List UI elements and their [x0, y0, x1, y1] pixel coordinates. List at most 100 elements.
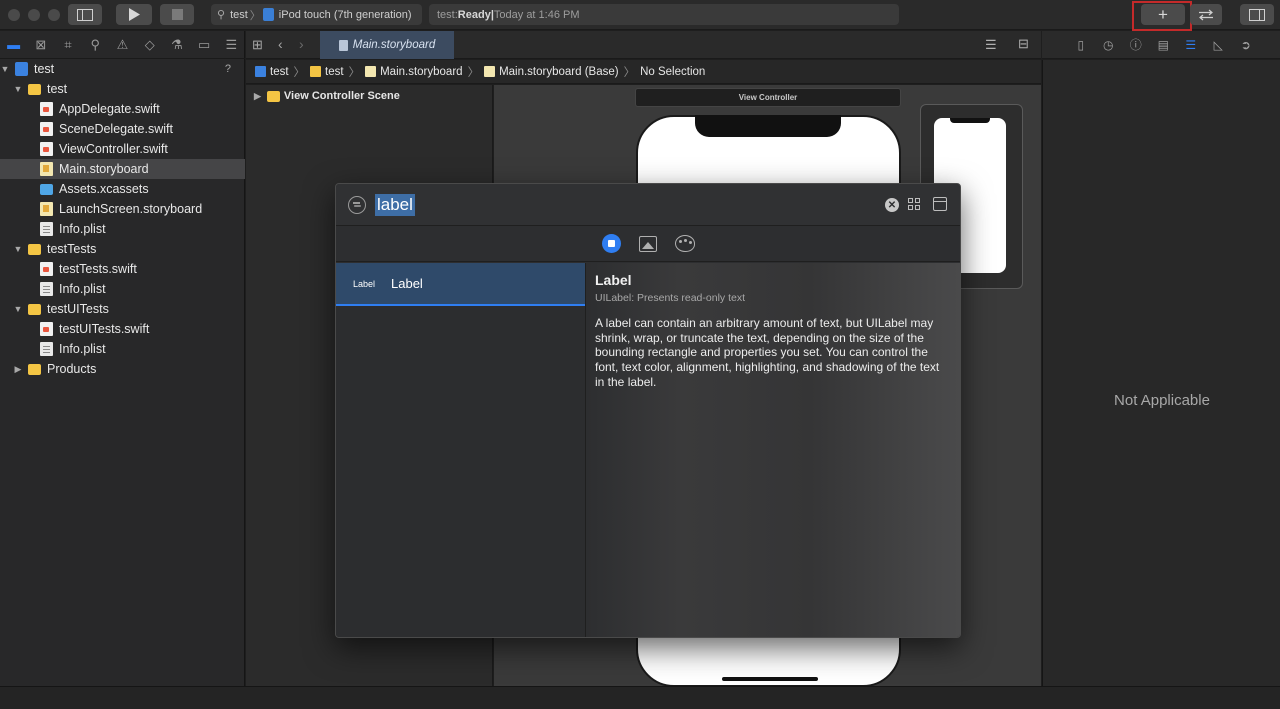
identity-inspector-tab[interactable]: ▤ [1150, 38, 1178, 52]
disclosure-open-icon[interactable]: ▼ [13, 244, 23, 254]
library-results-list: Label Label [336, 263, 586, 637]
debug-navigator-tab[interactable]: ⚗ [163, 31, 190, 59]
attributes-inspector-tab[interactable]: ☰ [1177, 38, 1205, 52]
tree-row-file[interactable]: testTests.swift [0, 259, 245, 279]
connections-inspector-tab[interactable]: ➲ [1232, 38, 1260, 52]
device-name[interactable]: iPod touch (7th generation) [279, 9, 412, 21]
hierarchy-icon: ⌗ [64, 36, 72, 52]
inspector-toolbar: ▯ ◷ ⓘ ▤ ☰ ◺ ➲ [1042, 31, 1280, 59]
project-navigator-tab[interactable]: ▬ [0, 31, 27, 59]
navigator-toggle-button[interactable] [68, 4, 102, 25]
swift-file-icon [40, 322, 53, 336]
tree-row-file[interactable]: AppDelegate.swift [0, 99, 245, 119]
grid-view-icon[interactable] [908, 198, 922, 212]
detail-view-icon[interactable] [933, 197, 947, 211]
split-editor-icon[interactable]: ⊟ [1018, 36, 1029, 52]
title-bar: ⚲ test 〉 iPod touch (7th generation) tes… [0, 0, 1280, 31]
history-inspector-tab[interactable]: ◷ [1095, 38, 1123, 52]
breadcrumb-project[interactable]: test [270, 66, 289, 78]
test-navigator-tab[interactable]: ◇ [136, 31, 163, 59]
tree-row-file[interactable]: Assets.xcassets [0, 179, 245, 199]
list-item[interactable]: Label Label [336, 263, 585, 306]
arrow-circle-icon: ➲ [1240, 37, 1251, 52]
tree-row-file[interactable]: LaunchScreen.storyboard [0, 199, 245, 219]
clear-search-icon[interactable]: ✕ [885, 198, 899, 212]
scene-row[interactable]: ▶ View Controller Scene [254, 90, 400, 102]
tree-row-folder[interactable]: ▼ testUITests [0, 299, 245, 319]
disclosure-closed-icon[interactable]: ▶ [254, 91, 261, 102]
tree-row-file[interactable]: testUITests.swift [0, 319, 245, 339]
disclosure-open-icon[interactable]: ▼ [13, 304, 23, 314]
tree-label: Assets.xcassets [59, 182, 149, 196]
objects-library-tab[interactable] [601, 234, 621, 253]
symbol-navigator-tab[interactable]: ⌗ [54, 31, 81, 59]
scene-title-bar[interactable]: View Controller [635, 88, 901, 107]
tree-label: test [34, 62, 55, 76]
disclosure-closed-icon[interactable]: ▶ [13, 364, 23, 375]
library-search-input[interactable]: label [375, 194, 415, 216]
disclosure-open-icon[interactable]: ▼ [13, 84, 23, 94]
tree-row-file[interactable]: ViewController.swift [0, 139, 245, 159]
scheme-selector[interactable]: ⚲ test 〉 iPod touch (7th generation) [211, 4, 422, 25]
editor-options-icon[interactable]: ☰ [985, 37, 997, 53]
help-inspector-tab[interactable]: ⓘ [1122, 36, 1150, 53]
library-detail-pane: Label UILabel: Presents read-only text A… [586, 263, 960, 637]
breadcrumb-selection[interactable]: No Selection [640, 66, 705, 78]
issue-navigator-tab[interactable]: ⚠ [109, 31, 136, 59]
zoom-window-button[interactable] [48, 9, 60, 21]
status-state: Ready [457, 8, 491, 21]
media-library-tab[interactable] [638, 235, 657, 252]
detail-title: Label [595, 272, 632, 288]
device-notch [695, 115, 841, 137]
tree-row-file[interactable]: Info.plist [0, 279, 245, 299]
breadcrumb-localization[interactable]: Main.storyboard (Base) [499, 66, 619, 78]
inspector-panel: Not Applicable [1042, 60, 1280, 686]
breadcrumb-folder[interactable]: test [325, 66, 344, 78]
label-thumbnail-icon: Label [353, 278, 376, 289]
swift-file-icon [40, 102, 53, 116]
back-arrow-icon[interactable]: ‹ [278, 36, 283, 52]
size-inspector-tab[interactable]: ◺ [1205, 38, 1233, 52]
question-icon: ⓘ [1129, 38, 1142, 52]
find-navigator-tab[interactable]: ⚲ [82, 31, 109, 59]
tree-row-file[interactable]: SceneDelegate.swift [0, 119, 245, 139]
source-control-tab[interactable]: ⊠ [27, 31, 54, 59]
breadcrumb-file[interactable]: Main.storyboard [380, 66, 462, 78]
tree-row-folder[interactable]: ▼ test [0, 79, 245, 99]
related-items-icon[interactable]: ⊞ [252, 37, 263, 53]
disclosure-open-icon[interactable]: ▼ [0, 64, 10, 74]
plist-file-icon [40, 282, 53, 296]
report-navigator-tab[interactable]: ☰ [218, 31, 245, 59]
tree-label: Info.plist [59, 282, 106, 296]
tree-label: Main.storyboard [59, 162, 149, 176]
ruler-icon: ◺ [1213, 37, 1223, 52]
file-inspector-tab[interactable]: ▯ [1067, 38, 1095, 52]
run-button[interactable] [116, 4, 152, 25]
device-notch [950, 118, 990, 123]
sidebar-right-icon [1249, 8, 1265, 21]
tree-label: testUITests.swift [59, 322, 150, 336]
inspector-toggle-button[interactable] [1240, 4, 1274, 25]
storyboard-file-icon [484, 66, 496, 77]
file-icon: ▯ [1077, 37, 1085, 52]
tree-label: Products [47, 362, 97, 376]
folder-icon: ▬ [7, 37, 21, 52]
code-review-button[interactable] [1190, 4, 1222, 25]
color-library-tab[interactable] [674, 235, 695, 252]
tree-row-file-selected[interactable]: Main.storyboard [0, 159, 245, 179]
tab-main-storyboard[interactable]: Main.storyboard [320, 31, 454, 59]
breadcrumb-separator: 〉 [467, 66, 480, 79]
tree-row-folder[interactable]: ▶ Products [0, 359, 245, 379]
forward-arrow-icon[interactable]: › [299, 36, 304, 52]
tree-row-folder[interactable]: ▼ testTests [0, 239, 245, 259]
tree-row-file[interactable]: Info.plist [0, 219, 245, 239]
close-window-button[interactable] [8, 9, 20, 21]
breakpoint-navigator-tab[interactable]: ▭ [191, 31, 218, 59]
stop-button[interactable] [160, 4, 194, 25]
tree-row-project[interactable]: ▼ test ? [0, 59, 245, 79]
tree-row-file[interactable]: Info.plist [0, 339, 245, 359]
project-icon [255, 66, 266, 77]
filter-icon[interactable] [348, 196, 366, 214]
minimize-window-button[interactable] [28, 9, 40, 21]
tree-label: Info.plist [59, 222, 106, 236]
